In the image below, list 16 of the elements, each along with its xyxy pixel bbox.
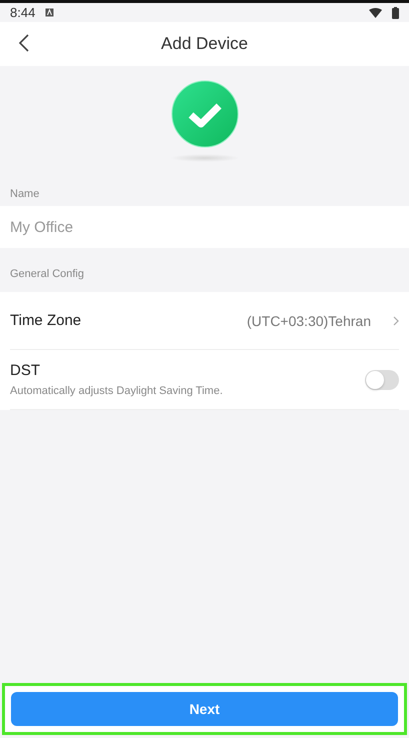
section-label: Name: [9, 187, 40, 202]
status-time: 8:44: [10, 5, 36, 20]
time-zone-row[interactable]: Time Zone (UTC+03:30)Tehran: [10, 292, 399, 350]
name-field[interactable]: My Office: [0, 206, 409, 248]
dst-toggle[interactable]: [365, 370, 399, 390]
page-title: Add Device: [161, 34, 248, 54]
row-value: (UTC+03:30)Tehran: [246, 312, 371, 328]
chevron-right-icon: [393, 316, 399, 326]
row-label: Time Zone: [10, 312, 82, 329]
battery-icon: [392, 6, 399, 18]
success-check-icon: [170, 80, 238, 148]
wifi-icon: [369, 8, 382, 18]
row-description: Automatically adjusts Daylight Saving Time.: [10, 385, 224, 397]
notification-icon: [45, 8, 54, 17]
row-label: DST: [10, 362, 41, 379]
section-label: General Config: [9, 267, 85, 282]
